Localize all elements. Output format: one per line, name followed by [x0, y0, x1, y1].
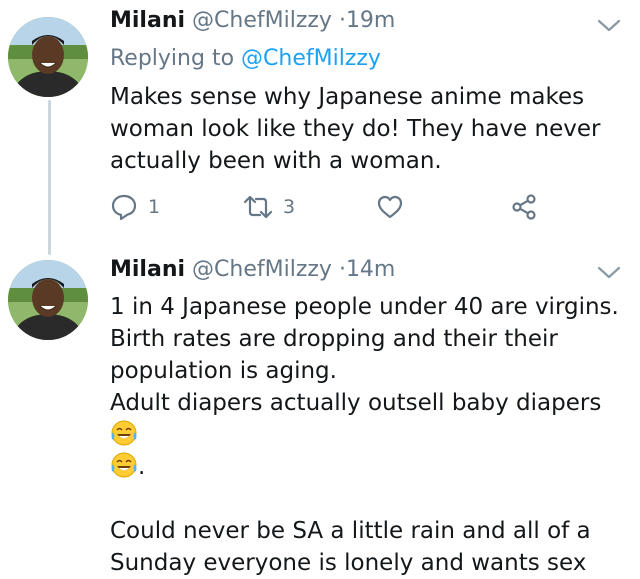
like-icon [377, 195, 403, 219]
tweet-header: Milani @ChefMilzzy ·19m [110, 8, 395, 33]
share-button[interactable] [510, 193, 538, 221]
reply-button[interactable]: 1 [110, 193, 160, 221]
text-line: 1 in 4 Japanese people under 40 are virg… [110, 294, 619, 320]
retweet-count: 3 [283, 196, 296, 218]
text-line: population is aging. [110, 358, 337, 384]
tears-of-joy-emoji [111, 420, 137, 446]
like-button[interactable] [376, 193, 404, 221]
replying-mention[interactable]: @ChefMilzzy [241, 46, 381, 71]
share-icon [512, 194, 536, 220]
separator-dot: · [338, 8, 346, 33]
display-name[interactable]: Milani [110, 8, 185, 33]
text-line: Adult diapers actually outsell baby diap… [110, 390, 602, 416]
text-line: Birth rates are dropping and their their [110, 326, 558, 352]
text-paragraph: Could never be SA a little rain and all … [110, 518, 591, 576]
separator-dot: · [338, 257, 346, 282]
retweet-button[interactable]: 3 [243, 193, 295, 221]
text-period: . [138, 454, 146, 480]
reply-count: 1 [148, 196, 161, 218]
chevron-down-icon[interactable] [596, 18, 622, 34]
avatar[interactable] [8, 260, 88, 340]
chevron-down-icon[interactable] [596, 265, 622, 281]
replying-to: Replying to @ChefMilzzy [110, 46, 381, 71]
tweet-2[interactable]: Milani @ChefMilzzy ·14m 1 in 4 Japanese … [0, 255, 640, 576]
avatar[interactable] [8, 17, 88, 97]
tweet-text: 1 in 4 Japanese people under 40 are virg… [110, 291, 630, 579]
retweet-icon [243, 195, 273, 219]
user-handle[interactable]: @ChefMilzzy [192, 257, 332, 282]
tweet-text: Makes sense why Japanese anime makes wom… [110, 84, 601, 174]
tweet-header: Milani @ChefMilzzy ·14m [110, 257, 395, 282]
thread-line [48, 100, 51, 255]
tears-of-joy-emoji [111, 452, 137, 478]
text-line-with-emoji: . [110, 451, 630, 483]
text-line-with-emoji: Adult diapers actually outsell baby diap… [110, 387, 630, 451]
tweet-1[interactable]: Milani @ChefMilzzy ·19m Replying to @Che… [0, 0, 640, 255]
user-handle[interactable]: @ChefMilzzy [192, 8, 332, 33]
timestamp[interactable]: 14m [346, 257, 395, 282]
replying-prefix: Replying to [110, 46, 242, 71]
display-name[interactable]: Milani [110, 257, 185, 282]
timestamp[interactable]: 19m [346, 8, 395, 33]
reply-icon [111, 194, 137, 221]
tweet-actions: 1 3 [110, 193, 550, 223]
